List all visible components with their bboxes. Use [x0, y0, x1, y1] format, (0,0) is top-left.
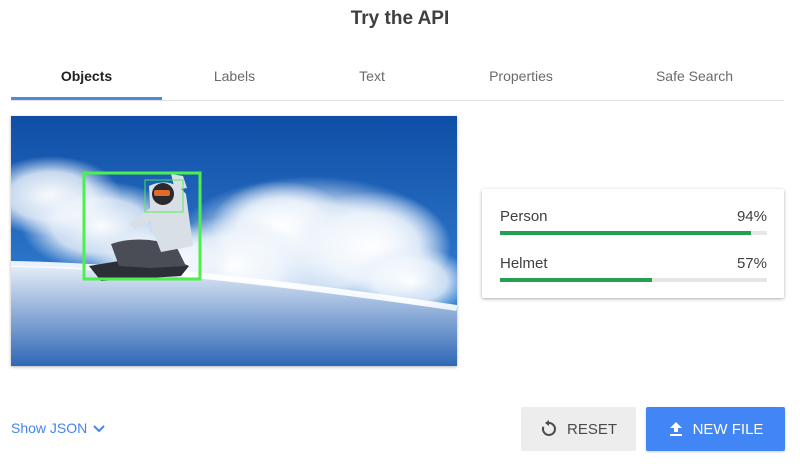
result-label: Helmet	[500, 255, 548, 272]
new-file-button[interactable]: NEW FILE	[646, 407, 785, 451]
score-bar	[500, 231, 751, 235]
result-score: 94%	[736, 208, 767, 225]
tab-objects[interactable]: Objects	[11, 60, 162, 100]
new-file-label: NEW FILE	[692, 420, 764, 438]
active-tab-indicator	[11, 97, 162, 100]
reset-icon	[540, 420, 558, 438]
page-title: Try the API	[350, 8, 450, 29]
show-json-label: Show JSON	[11, 419, 88, 436]
score-bar	[500, 278, 653, 282]
reset-label: RESET	[566, 420, 617, 438]
score-track	[500, 278, 767, 282]
detection-results-card: Person 94% Helmet 57%	[482, 189, 784, 298]
chevron-down-icon	[93, 420, 105, 436]
score-track	[500, 231, 767, 235]
tab-labels[interactable]: Labels	[162, 60, 307, 100]
result-label: Person	[500, 208, 548, 225]
result-score: 57%	[736, 255, 767, 272]
upload-icon	[668, 421, 684, 437]
snowboarder-photo	[11, 116, 457, 366]
tab-text[interactable]: Text	[307, 60, 437, 100]
tab-safe-search[interactable]: Safe Search	[605, 60, 784, 100]
tab-bar: Objects Labels Text Properties Safe Sear…	[11, 60, 784, 101]
reset-button[interactable]: RESET	[521, 407, 636, 451]
show-json-toggle[interactable]: Show JSON	[11, 419, 105, 436]
analyzed-image	[11, 116, 457, 366]
tab-properties[interactable]: Properties	[437, 60, 605, 100]
